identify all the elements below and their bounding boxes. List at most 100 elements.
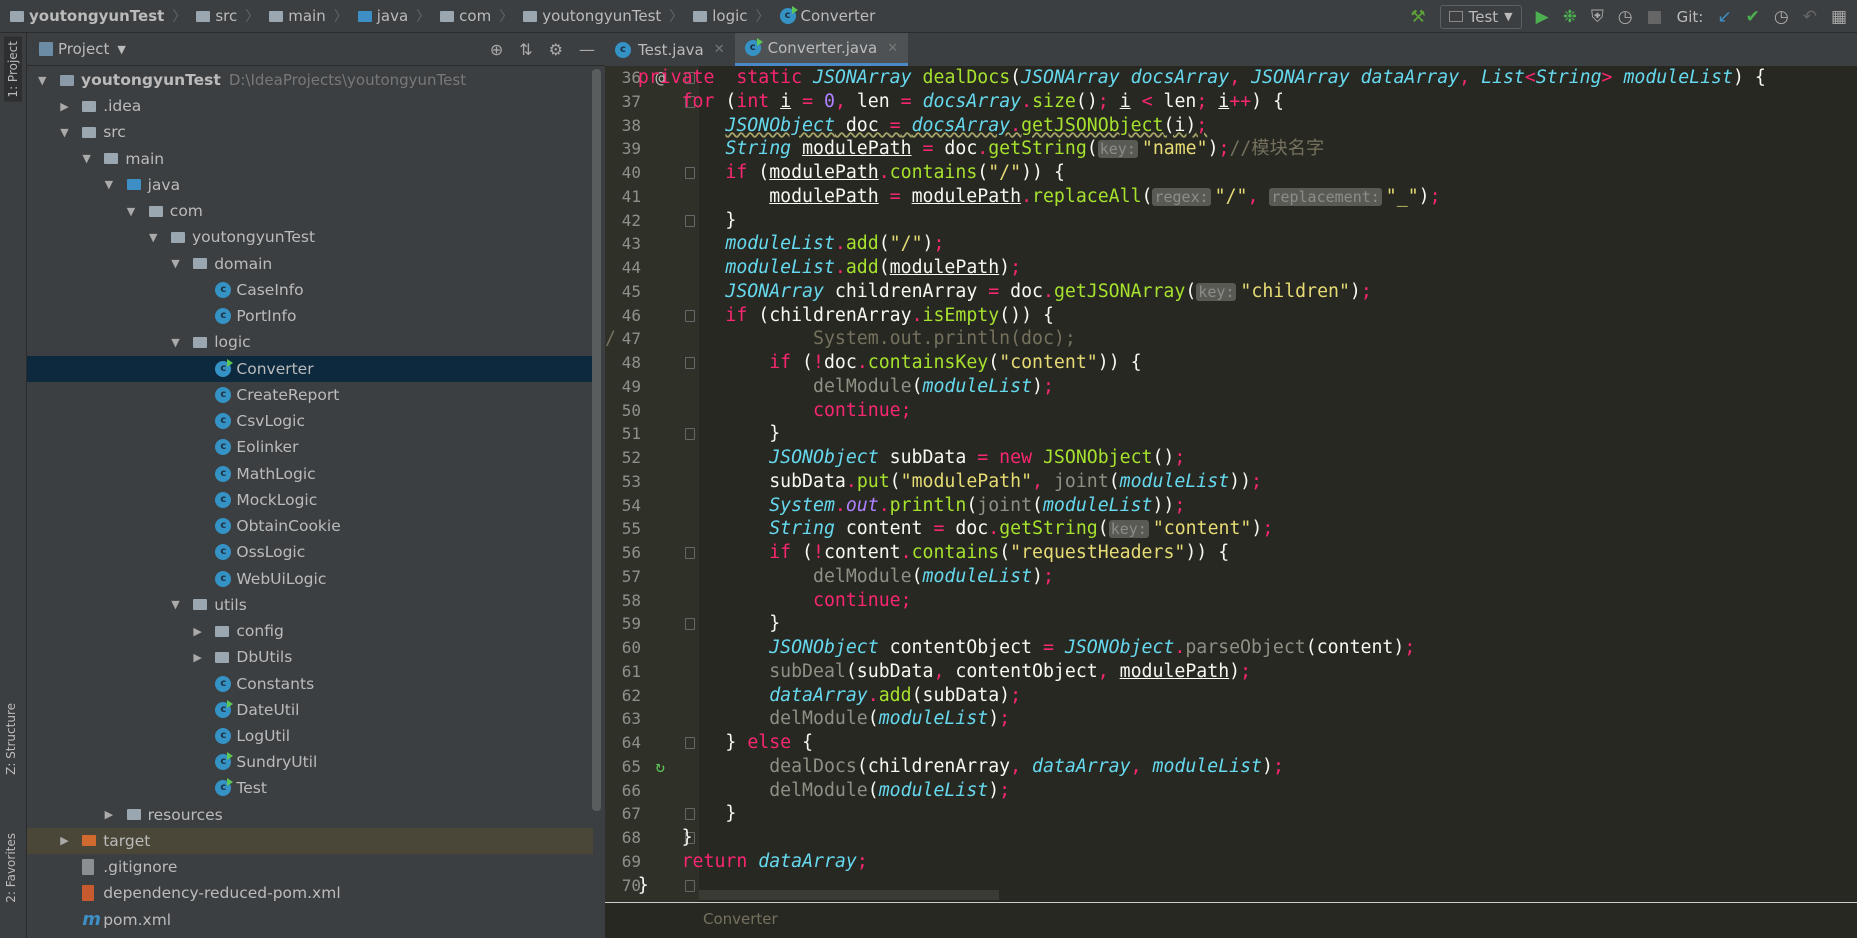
coverage-icon[interactable]: ⛨ [1591, 7, 1604, 27]
tree-item[interactable]: c WebUiLogic [27, 566, 593, 592]
tree-item[interactable]: ▼ main [27, 146, 593, 172]
breadcrumb-item[interactable]: youtongyunTest 〉 [513, 6, 683, 26]
tab-test-java[interactable]: c Test.java ✕ [605, 33, 735, 66]
collapsed-arrow-icon[interactable]: ▶ [105, 808, 113, 821]
tree-item[interactable]: ▶ .idea [27, 93, 593, 119]
tree-item-label: Constants [236, 674, 315, 693]
tree-item[interactable]: ▼ logic [27, 329, 593, 355]
tree-item[interactable]: ▼ utils [27, 592, 593, 618]
expanded-arrow-icon[interactable]: ▼ [127, 205, 135, 218]
tree-item[interactable]: ▶ resources [27, 802, 593, 828]
tree-item[interactable]: ▶ DbUtils [27, 644, 593, 670]
tree-item[interactable]: ▶ target [27, 827, 593, 854]
breadcrumb-method[interactable]: Converter [703, 910, 778, 928]
code-token: ) [1349, 280, 1361, 302]
breadcrumb-item[interactable]: com 〉 [430, 6, 513, 26]
tree-item[interactable]: .gitignore [27, 854, 593, 880]
breadcrumb-item[interactable]: src 〉 [186, 6, 259, 26]
profile-icon[interactable]: ◷ [1618, 7, 1633, 27]
tree-item[interactable]: ▼ domain [27, 251, 593, 277]
collapsed-arrow-icon[interactable]: ▶ [60, 100, 68, 113]
tree-item[interactable]: ▼ youtongyunTest D:\IdeaProjects\youtongyu… [27, 67, 593, 93]
tree-item[interactable]: ▼ java [27, 172, 593, 198]
run-configuration-select[interactable]: Test ▼ [1439, 4, 1522, 29]
project-panel-title[interactable]: Project [58, 40, 109, 58]
tree-item[interactable]: ▼ src [27, 119, 593, 145]
expanded-arrow-icon[interactable]: ▼ [105, 178, 113, 191]
tree-item[interactable]: c PortInfo [27, 303, 593, 329]
git-history-icon[interactable]: ◷ [1774, 7, 1789, 27]
code-token: size [1032, 90, 1076, 112]
tree-item[interactable]: c SundryUtil [27, 749, 593, 775]
tree-item[interactable]: c CreateReport [27, 382, 593, 408]
expanded-arrow-icon[interactable]: ▼ [171, 598, 179, 611]
tree-item[interactable]: c CsvLogic [27, 408, 593, 434]
tree-item[interactable]: ▼ com [27, 198, 593, 224]
favorites-tool-tab[interactable]: 2: Favorites [4, 833, 18, 903]
chevron-right-icon: 〉 [245, 9, 260, 25]
git-update-icon[interactable]: ↙ [1717, 7, 1731, 27]
tree-item[interactable]: c DateUtil [27, 697, 593, 723]
locate-icon[interactable]: ⊕ [490, 40, 503, 59]
tree-item[interactable]: c CaseInfo [27, 277, 593, 303]
collapsed-arrow-icon[interactable]: ▶ [193, 651, 201, 664]
run-icon[interactable]: ▶ [1536, 7, 1549, 27]
expanded-arrow-icon[interactable]: ▼ [149, 231, 157, 244]
tree-item[interactable]: ▼ youtongyunTest [27, 224, 593, 250]
close-icon[interactable]: ✕ [887, 41, 898, 56]
tree-item[interactable]: ▶ config [27, 618, 593, 644]
expanded-arrow-icon[interactable]: ▼ [60, 126, 68, 139]
tree-item[interactable]: dependency-reduced-pom.xml [27, 880, 593, 906]
tab-converter-java[interactable]: c Converter.java ✕ [734, 33, 909, 66]
build-hammer-icon[interactable]: ⚒ [1410, 7, 1425, 27]
code-line: dataArray.add(subData); [605, 684, 1021, 708]
tree-item[interactable]: c MathLogic [27, 461, 593, 487]
expanded-arrow-icon[interactable]: ▼ [38, 74, 46, 87]
debug-icon[interactable]: ❉ [1563, 7, 1577, 27]
breadcrumb-item[interactable]: c Converter [770, 6, 875, 26]
code-token: ) [988, 779, 1000, 801]
hide-icon[interactable]: — [579, 40, 595, 59]
tree-item[interactable]: c ObtainCookie [27, 513, 593, 539]
chevron-down-icon[interactable]: ▼ [117, 43, 125, 56]
breadcrumb-item[interactable]: youtongyunTest 〉 [0, 6, 186, 26]
code-token: , [933, 660, 945, 682]
horizontal-scrollbar[interactable] [699, 890, 999, 900]
stop-icon[interactable]: ■ [1647, 7, 1663, 27]
code-token: } [681, 827, 693, 848]
code-line: } [605, 802, 736, 826]
collapse-all-icon[interactable]: ⇅ [519, 40, 532, 59]
tree-item[interactable]: c OssLogic [27, 539, 593, 565]
project-structure-icon[interactable]: ▦ [1831, 7, 1847, 27]
close-icon[interactable]: ✕ [714, 42, 725, 57]
tree-item[interactable]: m pom.xml [27, 907, 593, 933]
tree-item[interactable]: c MockLogic [27, 487, 593, 513]
breadcrumb-item[interactable]: main 〉 [259, 6, 348, 26]
git-revert-icon[interactable]: ↶ [1803, 7, 1817, 27]
fold-marker-icon[interactable] [685, 879, 695, 892]
project-scrollbar[interactable] [592, 69, 601, 811]
breadcrumb-item[interactable]: java 〉 [348, 6, 430, 26]
collapsed-arrow-icon[interactable]: ▶ [60, 834, 68, 847]
code-line: subDeal(subData, contentObject, modulePa… [605, 660, 1251, 684]
expanded-arrow-icon[interactable]: ▼ [82, 152, 90, 165]
code-editor[interactable]: 36 @37 38 39 40 41 42 43 44 45 46 47 48 49 50 51 52 53 54 5… [605, 66, 1857, 902]
project-tool-tab[interactable]: 1: Project [4, 37, 22, 102]
expanded-arrow-icon[interactable]: ▼ [171, 257, 179, 270]
tree-item[interactable]: c Eolinker [27, 434, 593, 460]
gear-icon[interactable]: ⚙ [549, 40, 563, 59]
breadcrumb-item[interactable]: logic 〉 [683, 6, 770, 26]
git-commit-icon[interactable]: ✔ [1746, 7, 1760, 27]
tree-item[interactable]: c Test [27, 775, 593, 801]
tree-item[interactable]: c Converter [27, 355, 593, 382]
tree-item[interactable]: c Constants [27, 671, 593, 697]
tree-item[interactable]: c LogUtil [27, 723, 593, 749]
code-token: i [1218, 90, 1230, 112]
code-token: childrenArray [823, 280, 989, 302]
code-token: ( [889, 470, 901, 492]
expanded-arrow-icon[interactable]: ▼ [171, 336, 179, 349]
code-token: "name" [1141, 138, 1208, 160]
collapsed-arrow-icon[interactable]: ▶ [193, 625, 201, 638]
structure-tool-tab[interactable]: Z: Structure [4, 703, 18, 775]
